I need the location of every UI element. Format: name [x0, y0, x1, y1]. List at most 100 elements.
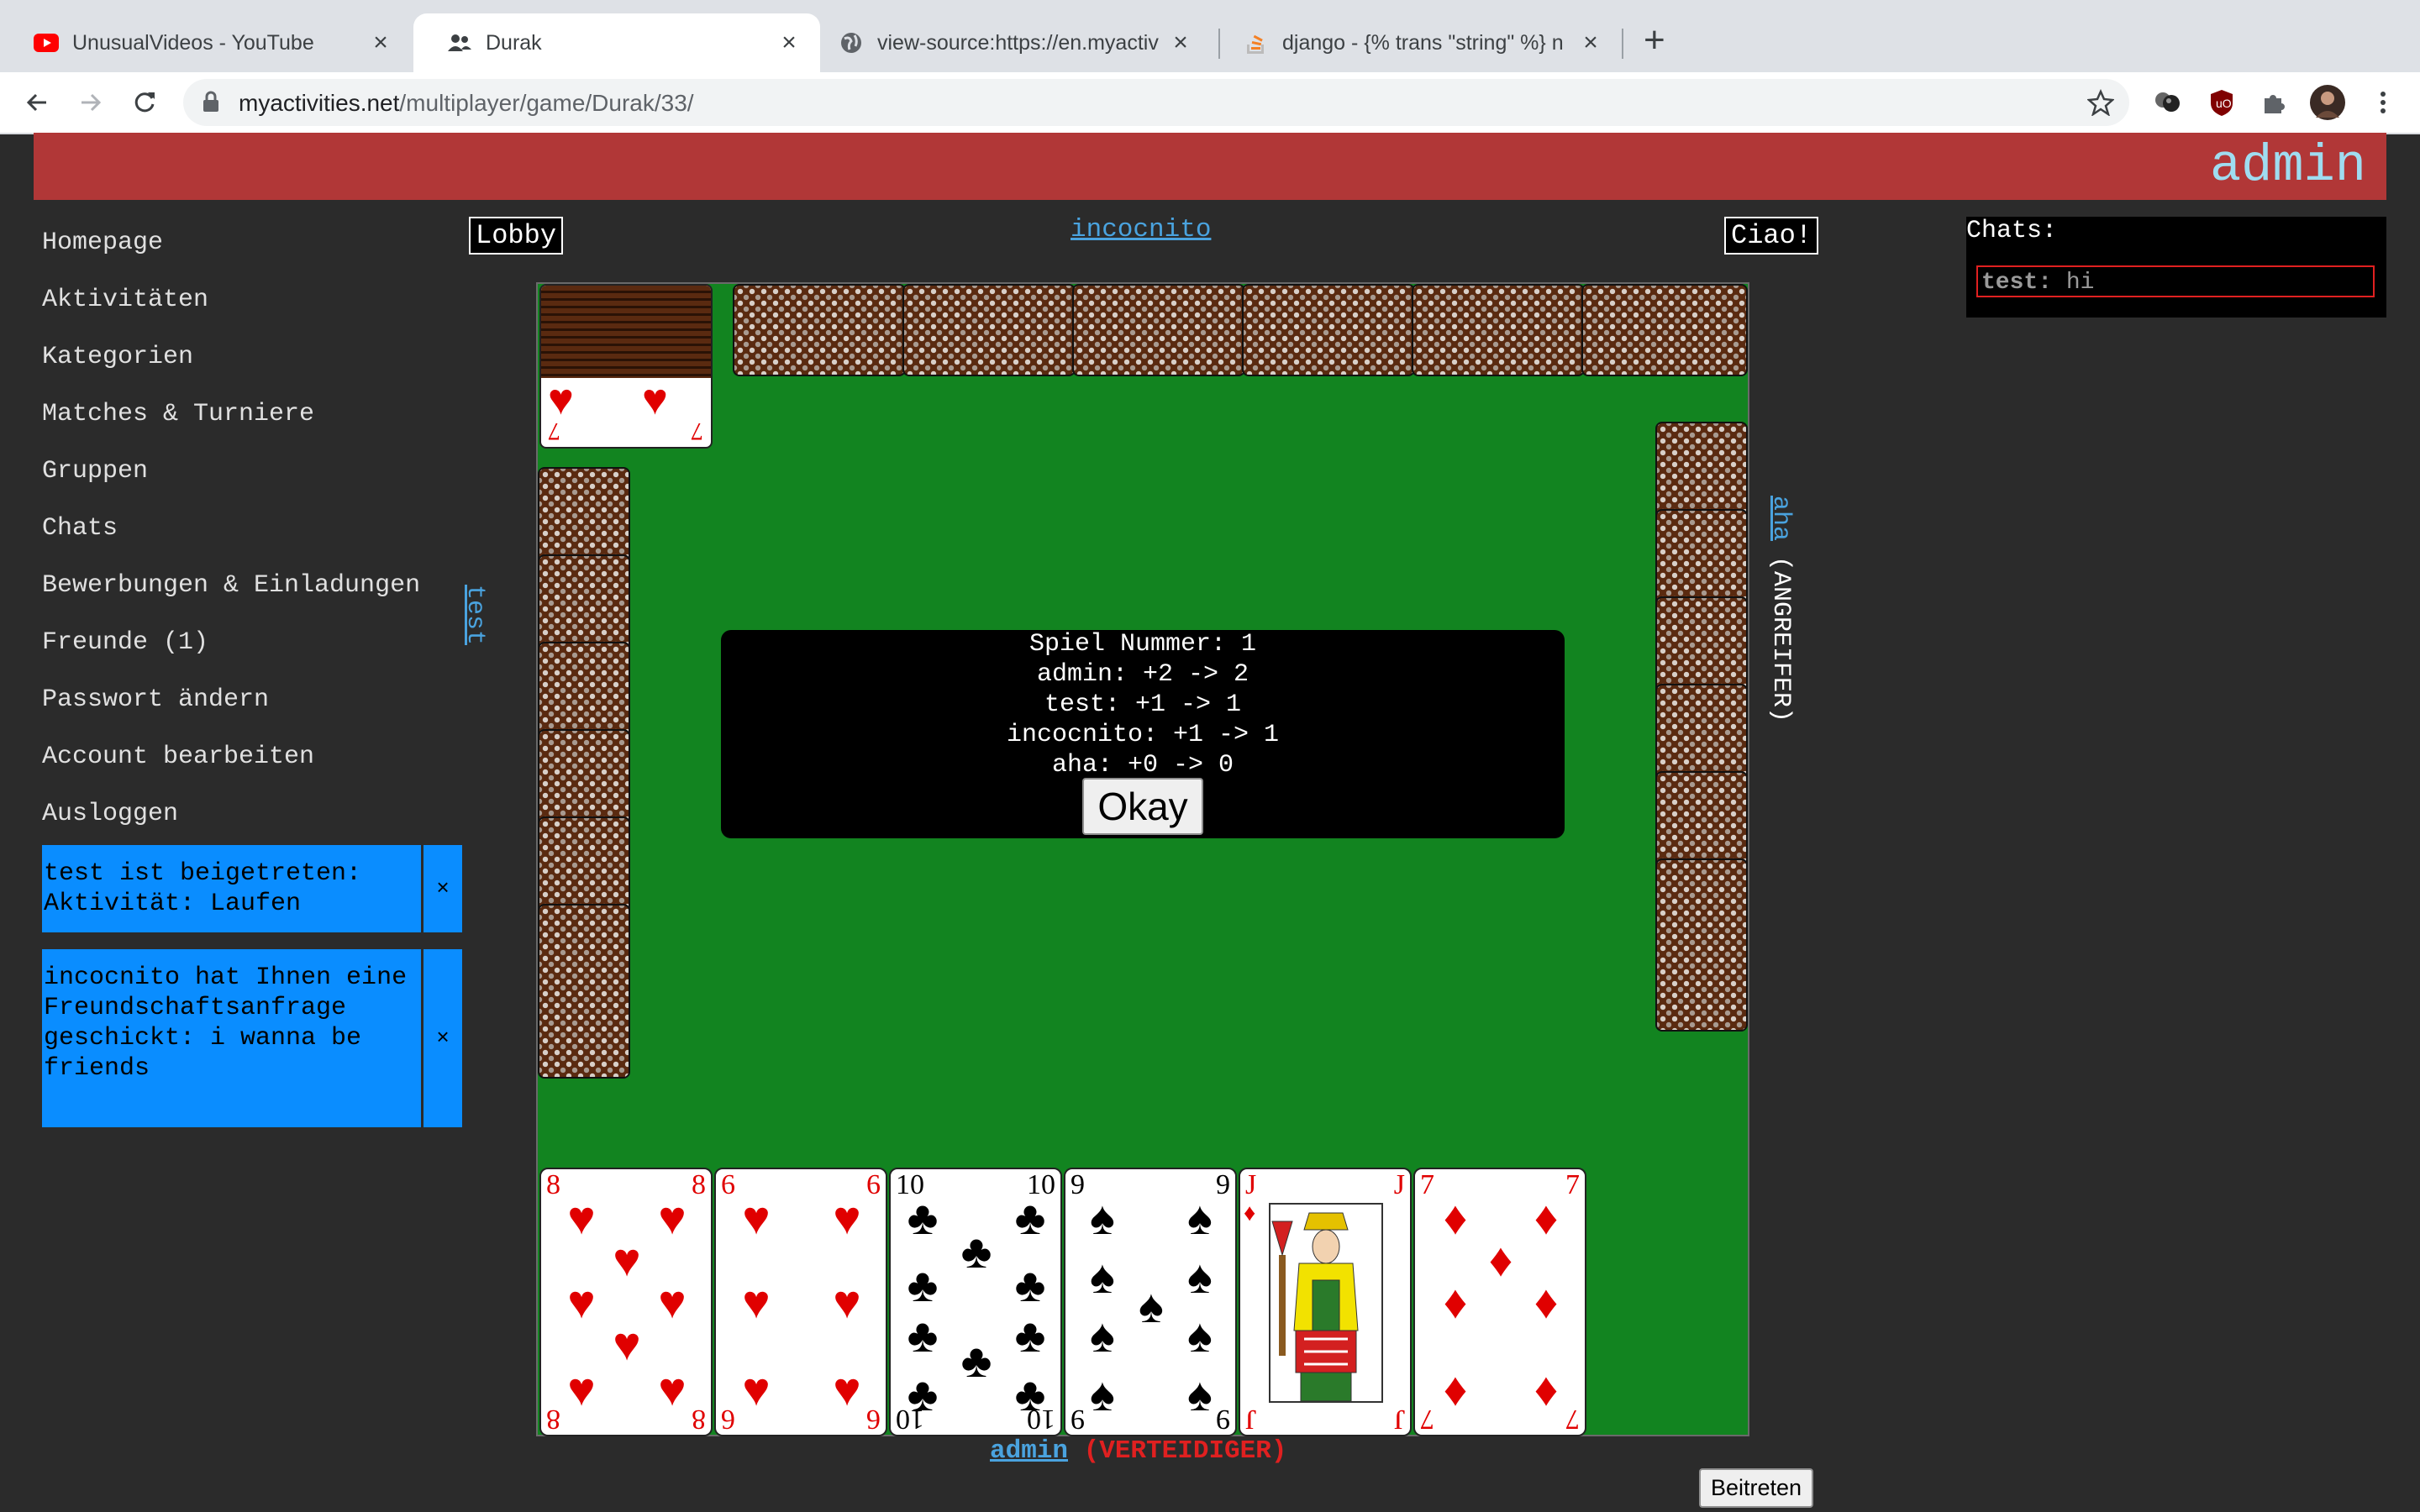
result-line: test: +1 -> 1 — [1044, 690, 1242, 719]
tab-close-icon[interactable]: × — [1578, 29, 1603, 57]
new-tab-button[interactable]: + — [1644, 22, 1665, 59]
diamond-icon: ♦ — [1534, 1191, 1559, 1244]
opponent-card-back — [538, 642, 630, 741]
heart-icon: ♥ — [833, 1275, 861, 1328]
hand-card-10-clubs[interactable]: 10 10 10 10 ♣ ♣ ♣ ♣ ♣ ♣ ♣ ♣ ♣ ♣ — [889, 1168, 1062, 1436]
tab-title: view-source:https://en.myactiv — [877, 30, 1159, 55]
spade-icon: ♠ — [1090, 1309, 1115, 1362]
heart-icon: ♥ — [658, 1362, 687, 1415]
result-line: Spiel Nummer: 1 — [1028, 630, 1257, 659]
browser-tab-view-source[interactable]: view-source:https://en.myactiv × — [805, 13, 1212, 72]
browser-tab-strip: UnusualVideos - YouTube × Durak × view-s… — [0, 0, 2420, 72]
spade-icon: ♠ — [1187, 1191, 1213, 1244]
extensions-puzzle-icon[interactable] — [2254, 82, 2294, 123]
sidebar-item-gruppen[interactable]: Gruppen — [42, 457, 148, 486]
ublock-origin-icon[interactable]: uO — [2202, 82, 2242, 123]
tab-close-icon[interactable]: × — [1168, 29, 1193, 57]
bottom-player-name[interactable]: admin — [990, 1436, 1068, 1466]
club-icon: ♣ — [907, 1191, 939, 1244]
opponent-card-back — [538, 554, 630, 654]
diamond-icon: ♦ — [1534, 1362, 1559, 1415]
chat-item[interactable]: test: hi — [1976, 265, 2375, 297]
sidebar-item-matches[interactable]: Matches & Turniere — [42, 400, 314, 428]
ciao-button[interactable]: Ciao! — [1724, 217, 1819, 255]
opponent-card-back — [1581, 284, 1748, 376]
tab-close-icon[interactable]: × — [368, 29, 393, 57]
chat-message: hi — [2065, 270, 2095, 296]
sidebar-item-chats[interactable]: Chats — [42, 514, 118, 543]
okay-button[interactable]: Okay — [1082, 778, 1203, 835]
sidebar-item-freunde[interactable]: Freunde (1) — [42, 628, 208, 657]
opponent-card-back — [538, 467, 630, 566]
card-rank: J — [1393, 1169, 1405, 1200]
tab-close-icon[interactable]: × — [776, 29, 802, 57]
diamond-icon: ♦ — [1488, 1233, 1513, 1286]
left-player-name[interactable]: test — [460, 585, 489, 645]
sidebar-item-kategorien[interactable]: Kategorien — [42, 343, 193, 371]
club-icon: ♣ — [960, 1225, 992, 1278]
opponent-card-back — [538, 729, 630, 828]
extension-orbs-icon[interactable] — [2148, 82, 2188, 123]
result-line: aha: +0 -> 0 — [1051, 751, 1234, 780]
join-button[interactable]: Beitreten — [1699, 1468, 1814, 1508]
card-rank: J — [1393, 1404, 1405, 1435]
hand-card-jack-diamonds[interactable]: J J J J ♦ — [1239, 1168, 1412, 1436]
profile-avatar[interactable] — [2307, 82, 2348, 123]
sidebar-item-ausloggen[interactable]: Ausloggen — [42, 800, 178, 828]
hand-card-6-hearts[interactable]: 6 6 6 6 ♥ ♥ ♥ ♥ ♥ ♥ — [714, 1168, 887, 1436]
jack-face-picture — [1269, 1203, 1383, 1403]
spade-icon: ♠ — [1187, 1250, 1213, 1303]
browser-tab-youtube[interactable]: UnusualVideos - YouTube × — [0, 13, 412, 72]
heart-icon: ♥ — [548, 375, 574, 424]
header-username[interactable]: admin — [2210, 136, 2366, 196]
opponent-card-back — [538, 816, 630, 916]
club-icon: ♣ — [1014, 1191, 1046, 1244]
opponent-card-back — [538, 904, 630, 1079]
notification-text: test ist beigetreten: Aktivität: Laufen — [44, 859, 362, 918]
notification-join: test ist beigetreten: Aktivität: Laufen … — [42, 845, 462, 932]
globe-icon — [839, 30, 864, 55]
back-icon[interactable] — [17, 82, 57, 123]
opponent-card-back — [1655, 509, 1748, 608]
sidebar-item-passwort[interactable]: Passwort ändern — [42, 685, 269, 714]
spade-icon: ♠ — [1090, 1191, 1115, 1244]
right-player-role: (ANGREIFER) — [1766, 556, 1795, 723]
url-text[interactable]: myactivities.net/multiplayer/game/Durak/… — [239, 90, 694, 117]
spade-icon: ♠ — [1187, 1368, 1213, 1420]
sidebar-item-account[interactable]: Account bearbeiten — [42, 743, 314, 771]
result-line: admin: +2 -> 2 — [1036, 660, 1249, 689]
lobby-button[interactable]: Lobby — [469, 217, 564, 255]
club-icon: ♣ — [1014, 1258, 1046, 1311]
round-result-dialog: Spiel Nummer: 1 admin: +2 -> 2 test: +1 … — [721, 630, 1565, 838]
tab-title: UnusualVideos - YouTube — [72, 30, 314, 55]
sidebar-item-homepage[interactable]: Homepage — [42, 228, 163, 257]
hand-card-8-hearts[interactable]: 8 8 8 8 ♥ ♥ ♥ ♥ ♥ ♥ ♥ ♥ — [539, 1168, 713, 1436]
heart-icon: ♥ — [658, 1275, 687, 1328]
close-icon[interactable]: × — [421, 845, 462, 932]
hand-card-7-diamonds[interactable]: 7 7 7 7 ♦ ♦ ♦ ♦ ♦ ♦ ♦ — [1413, 1168, 1586, 1436]
heart-icon: ♥ — [613, 1233, 641, 1286]
card-rank: J — [1245, 1404, 1257, 1435]
people-icon — [447, 30, 472, 55]
youtube-icon — [34, 30, 59, 55]
reload-icon[interactable] — [124, 82, 165, 123]
spade-icon: ♠ — [1090, 1368, 1115, 1420]
lock-icon[interactable] — [202, 91, 220, 117]
right-player-name[interactable]: aha — [1766, 496, 1795, 541]
browser-menu-icon[interactable] — [2363, 82, 2403, 123]
close-icon[interactable]: × — [421, 949, 462, 1127]
bookmark-star-icon[interactable] — [2086, 88, 2115, 120]
browser-tab-durak[interactable]: Durak × — [413, 13, 820, 72]
chats-title: Chats: — [1966, 217, 2058, 245]
browser-tab-django[interactable]: django - {% trans "string" %} n × — [1210, 13, 1622, 72]
site-header-banner: admin — [34, 133, 2386, 200]
address-bar[interactable]: myactivities.net/multiplayer/game/Durak/… — [183, 79, 2129, 126]
top-player-name[interactable]: incocnito — [1071, 215, 1211, 244]
sidebar-item-bewerbungen[interactable]: Bewerbungen & Einladungen — [42, 571, 420, 600]
sidebar-item-aktivitaeten[interactable]: Aktivitäten — [42, 286, 208, 314]
opponent-card-back — [1655, 422, 1748, 521]
result-line: incocnito: +1 -> 1 — [1006, 721, 1280, 749]
hand-card-9-spades[interactable]: 9 9 9 9 ♠ ♠ ♠ ♠ ♠ ♠ ♠ ♠ ♠ — [1064, 1168, 1237, 1436]
forward-icon[interactable] — [71, 82, 111, 123]
heart-icon: ♥ — [567, 1362, 596, 1415]
